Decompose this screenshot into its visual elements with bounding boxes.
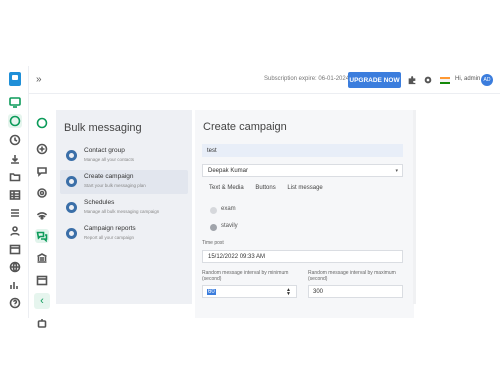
list-icon[interactable] [8,206,22,220]
menu-item-create-campaign[interactable]: Create campaign Start your bulk messagin… [60,170,188,194]
monitor-icon[interactable] [8,95,22,109]
expand-sidebar-icon[interactable]: » [36,74,42,85]
time-post-input[interactable]: 15/12/2022 09:33 AM [202,250,403,263]
max-interval-input[interactable]: 300 [308,285,403,298]
support-icon[interactable] [35,186,49,200]
add-circle-icon[interactable] [35,142,49,156]
help-icon[interactable] [8,296,22,310]
puzzle-icon[interactable] [407,75,417,85]
menu-item-name: Contact group [84,147,125,154]
menu-item-name: Campaign reports [84,225,136,232]
robot-icon[interactable] [35,316,49,330]
menu-item-name: Schedules [84,199,115,206]
template-radio-stavily[interactable] [210,224,217,231]
template-radio-exam[interactable] [210,207,217,214]
bulk-message-icon[interactable] [35,229,49,243]
time-post-label: Time post [202,240,224,246]
campaign-icon [66,176,77,187]
subscription-expiry: Subscription expire: 06-01-2024 [264,76,350,82]
menu-item-desc: Manage all your contacts [84,157,135,162]
contacts-icon [66,150,77,161]
campaign-name-input[interactable]: test [202,144,403,157]
tab-list-message[interactable]: List message [287,185,322,191]
data-icon[interactable] [8,278,22,292]
schedule-icon [66,202,77,213]
bank-icon[interactable] [35,251,49,265]
clock-icon[interactable] [8,133,22,147]
report-icon [66,228,77,239]
menu-item-desc: Report all your campaign [84,235,135,240]
collapse-sidebar-button[interactable]: ‹ [34,293,50,309]
menu-item-schedules[interactable]: Schedules Manage all bulk messaging camp… [60,196,188,220]
sender-value: Deepak Kumar [208,167,249,174]
template-label: exam [221,206,236,212]
india-flag-icon[interactable] [440,77,450,84]
bulk-messaging-panel: Bulk messaging Contact group Manage all … [56,110,192,304]
scrollbar[interactable] [413,110,416,304]
message-type-tabs: Text & Media Buttons List message [209,185,333,191]
avatar[interactable]: AD [481,74,493,86]
download-icon[interactable] [8,152,22,166]
min-interval-label: Random message interval by minimum (seco… [202,270,289,282]
top-bar: » Subscription expire: 06-01-2024 UPGRAD… [0,66,500,94]
max-interval-label: Random message interval by maximum (seco… [308,270,396,282]
app-window: » Subscription expire: 06-01-2024 UPGRAD… [0,66,500,328]
tab-buttons[interactable]: Buttons [255,185,275,191]
broadcast-icon[interactable] [35,208,49,222]
tab-text-media[interactable]: Text & Media [209,185,244,191]
menu-item-desc: Start your bulk messaging plan [84,183,146,188]
calendar-icon[interactable] [35,273,49,287]
form-title: Create campaign [203,121,287,133]
stepper-icon[interactable]: ▲ ▼ [286,288,291,297]
globe-icon[interactable] [8,260,22,274]
user-icon[interactable] [8,224,22,238]
menu-item-desc: Manage all bulk messaging campaign [84,209,160,214]
sender-select[interactable]: Deepak Kumar ▾ [202,164,403,177]
min-interval-value: 60 [207,288,216,295]
greeting-text: Hi, admin [455,76,481,82]
secondary-sidebar: ‹ [29,94,55,328]
calendar-icon[interactable] [8,242,22,256]
chevron-down-icon: ▾ [395,168,398,174]
menu-item-campaign-reports[interactable]: Campaign reports Report all your campaig… [60,222,188,246]
primary-sidebar [0,66,29,318]
folder-icon[interactable] [8,170,22,184]
create-campaign-form: Create campaign test Deepak Kumar ▾ Text… [195,110,414,318]
panel-title: Bulk messaging [64,122,142,134]
template-label: stavily [221,223,238,229]
whatsapp-icon[interactable] [35,116,49,130]
min-interval-input[interactable]: 60 ▲ ▼ [202,285,297,298]
chat-icon[interactable] [35,164,49,178]
upgrade-now-button[interactable]: UPGRADE NOW [348,72,401,88]
table-icon[interactable] [8,188,22,202]
whatsapp-icon[interactable] [8,114,22,128]
menu-item-name: Create campaign [84,173,134,180]
gear-icon[interactable] [423,75,433,85]
app-logo [9,72,21,86]
menu-item-contact-group[interactable]: Contact group Manage all your contacts [60,144,188,168]
